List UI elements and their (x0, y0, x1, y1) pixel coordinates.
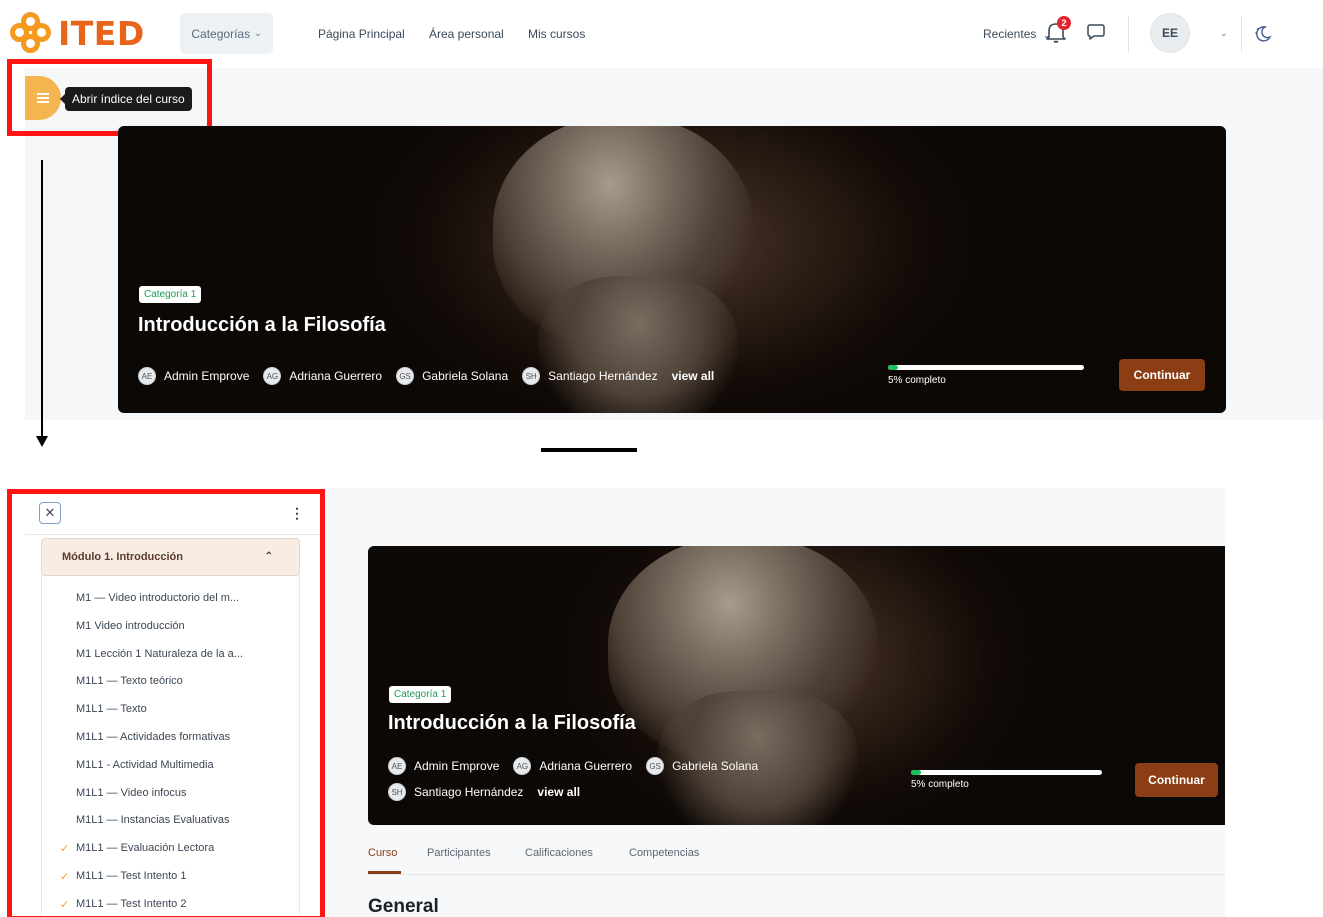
avatar: AE (138, 367, 156, 385)
separator-line (541, 448, 637, 452)
teachers-list: AE Admin Emprove AG Adriana Guerrero GS Gab… (388, 757, 808, 801)
arrow-head-icon (36, 436, 48, 447)
progress-bar-fill (911, 770, 921, 775)
course-title: Introducción a la Filosofía (138, 314, 386, 336)
course-header-banner: Categoría 1 Introducción a la Filosofía … (118, 126, 1226, 413)
teacher-name: Gabriela Solana (422, 369, 509, 383)
teacher[interactable]: GS Gabriela Solana (646, 757, 758, 775)
navbar-divider (1241, 16, 1242, 52)
chevron-down-icon[interactable]: ⌄ (1220, 28, 1228, 39)
course-title: Introducción a la Filosofía (388, 712, 636, 734)
avatar: GS (396, 367, 415, 385)
avatar: AG (263, 367, 282, 385)
teacher[interactable]: AG Adriana Guerrero (513, 757, 632, 775)
arrow-down-icon (41, 160, 43, 438)
tab-competencies[interactable]: Competencias (629, 847, 699, 859)
categories-label: Categorías (191, 26, 251, 41)
highlight-box (7, 59, 212, 136)
avatar: SH (388, 783, 406, 801)
course-tabs: Curso Participantes Calificaciones Compe… (368, 842, 1225, 875)
teacher[interactable]: GS Gabriela Solana (396, 367, 508, 385)
avatar: SH (522, 367, 541, 385)
view-all-link[interactable]: view all (537, 785, 580, 799)
progress-bar-fill (888, 365, 898, 370)
tab-participants[interactable]: Participantes (427, 847, 491, 859)
teacher[interactable]: AG Adriana Guerrero (263, 367, 382, 385)
teacher-name: Adriana Guerrero (289, 369, 383, 383)
nav-link-my-courses[interactable]: Mis cursos (528, 27, 585, 41)
avatar: AG (513, 757, 532, 775)
nav-link-dashboard[interactable]: Área personal (429, 27, 504, 41)
teacher[interactable]: SH Santiago Hernández (522, 367, 658, 385)
user-avatar[interactable]: EE (1150, 13, 1190, 53)
recent-label: Recientes (983, 27, 1037, 41)
highlight-box (7, 489, 325, 917)
avatar: AE (388, 757, 406, 775)
philosopher-beard-image (538, 276, 738, 413)
category-badge[interactable]: Categoría 1 (389, 686, 452, 703)
progress-bar (911, 770, 1102, 775)
logo-text: ITED (58, 13, 145, 53)
continue-button[interactable]: Continuar (1135, 763, 1218, 797)
progress-label: 5% completo (888, 375, 946, 386)
nav-link-home[interactable]: Página Principal (318, 27, 405, 41)
continue-button[interactable]: Continuar (1119, 359, 1205, 391)
teacher-name: Gabriela Solana (672, 759, 759, 773)
section-title: General (368, 896, 439, 917)
chat-icon[interactable] (1087, 24, 1105, 40)
teacher-name: Admin Emprove (164, 369, 250, 383)
notification-badge: 2 (1057, 16, 1071, 30)
progress-bar (888, 365, 1084, 370)
chevron-down-icon: ⌄ (254, 28, 262, 38)
tab-course[interactable]: Curso (368, 847, 397, 859)
progress-label: 5% completo (911, 779, 969, 790)
categories-dropdown[interactable]: Categorías ⌄ (180, 13, 273, 54)
logo-mark-icon (10, 12, 52, 54)
tab-grades[interactable]: Calificaciones (525, 847, 593, 859)
course-header-banner: Categoría 1 Introducción a la Filosofía … (368, 546, 1225, 825)
teacher-name: Admin Emprove (414, 759, 500, 773)
teacher-name: Santiago Hernández (548, 369, 658, 383)
active-tab-indicator (368, 871, 401, 874)
theme-toggle-icon[interactable] (1253, 24, 1273, 44)
site-logo[interactable]: ITED (10, 12, 145, 54)
view-all-link[interactable]: view all (672, 369, 715, 383)
navbar-divider (1128, 16, 1129, 52)
recent-dropdown[interactable]: Recientes ⌄ (983, 27, 1050, 41)
teacher[interactable]: SH Santiago Hernández (388, 783, 523, 801)
teacher-name: Santiago Hernández (414, 785, 524, 799)
teachers-list: AE Admin Emprove AG Adriana Guerrero GS Gab… (138, 367, 714, 385)
category-badge[interactable]: Categoría 1 (139, 286, 202, 303)
avatar: GS (646, 757, 665, 775)
teacher[interactable]: AE Admin Emprove (138, 367, 249, 385)
teacher[interactable]: AE Admin Emprove (388, 757, 499, 775)
teacher-name: Adriana Guerrero (539, 759, 633, 773)
